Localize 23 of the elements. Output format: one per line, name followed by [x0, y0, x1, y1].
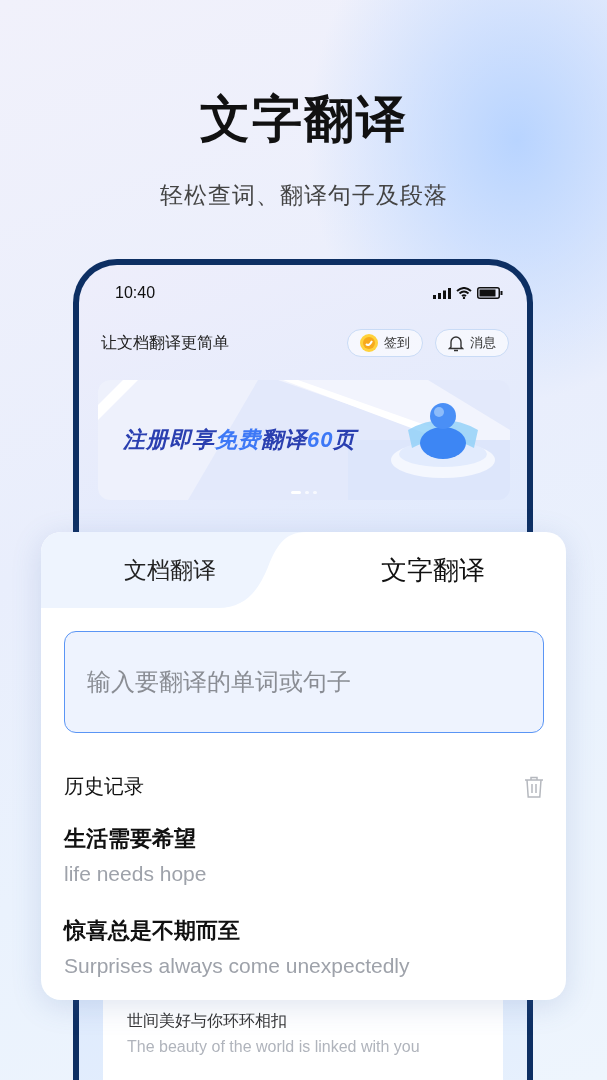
headline: 文字翻译: [199, 90, 408, 149]
history-translation: life needs hope: [64, 862, 208, 886]
promo-banner[interactable]: 注册即享免费翻译60页: [98, 380, 510, 500]
banner-headline: 注册即享免费翻译60页: [123, 426, 357, 454]
status-time: 10:40: [115, 284, 156, 302]
input-field[interactable]: 输入要翻译的单词或句子: [64, 631, 544, 733]
tab[interactable]: 文字翻译: [299, 532, 566, 608]
history-translation: The beauty of the world is linked with you: [127, 1038, 421, 1056]
app-slogan: 让文档翻译更简单: [101, 332, 230, 353]
history-source[interactable]: 生活需要希望: [64, 824, 543, 854]
trash-icon[interactable]: [524, 775, 544, 798]
history-source: 世间美好与你环环相扣: [127, 1011, 288, 1031]
battery-icon: [477, 287, 503, 299]
history-source[interactable]: 惊喜总是不期而至: [64, 916, 543, 946]
wifi-icon: [456, 287, 472, 299]
history-translation: Surprises always come unexpectedly: [64, 954, 411, 978]
bell-icon: [448, 334, 464, 352]
coin-icon: [360, 334, 378, 352]
subtitle: 轻松查词、翻译句子及段落: [159, 181, 448, 210]
messages-button[interactable]: 消息: [435, 329, 509, 357]
signal-icon: [433, 287, 451, 299]
checkin-button[interactable]: 签到: [347, 329, 423, 357]
history-title: 历史记录: [64, 774, 144, 799]
